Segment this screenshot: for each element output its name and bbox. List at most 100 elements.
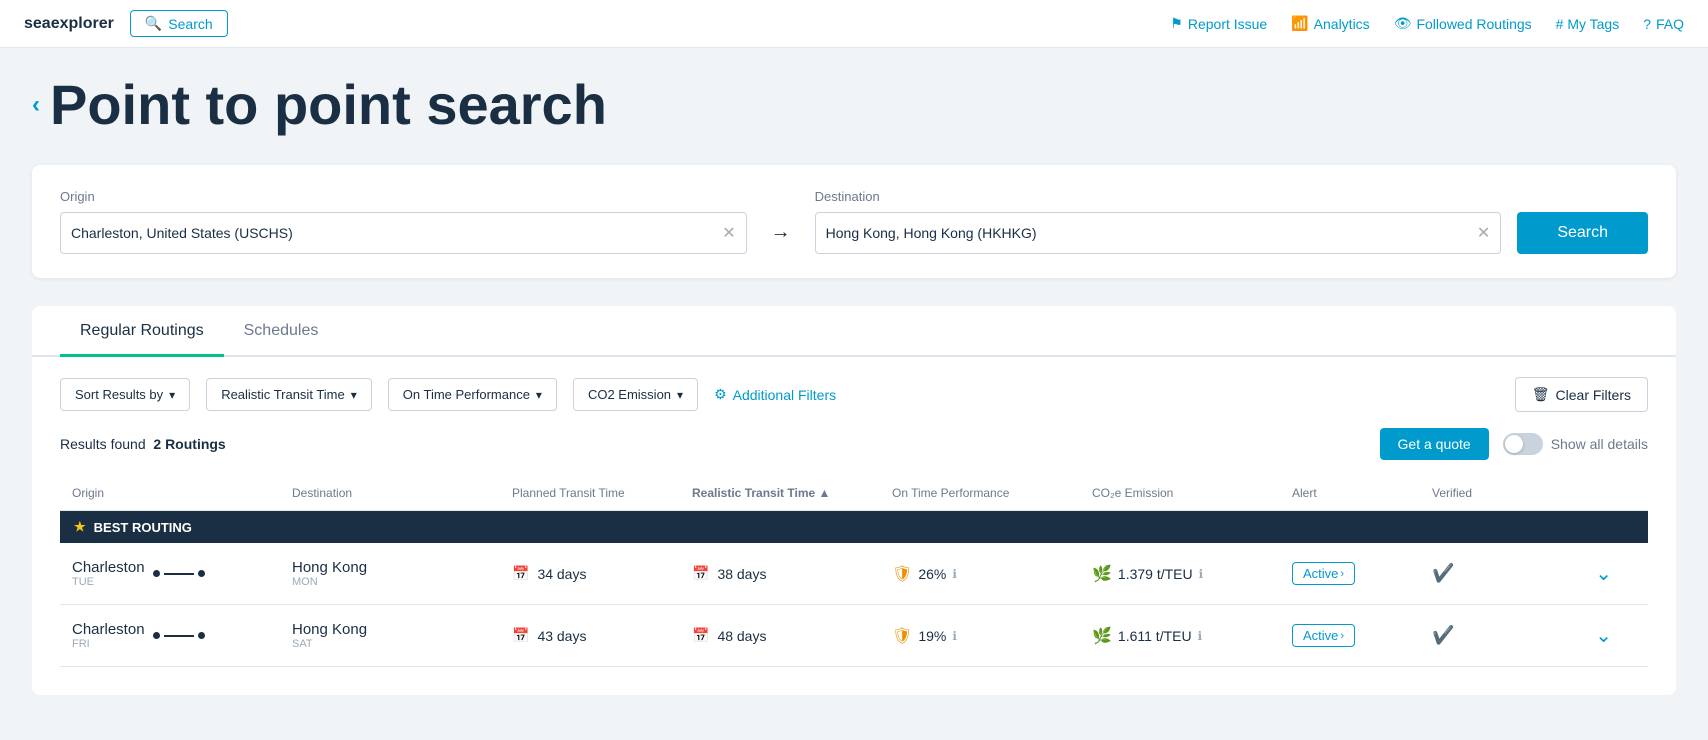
search-button-label: Search — [168, 16, 212, 32]
eye-icon: 👁 — [1394, 15, 1412, 32]
info-icon[interactable]: ℹ — [952, 567, 957, 581]
origin-cell-2: Charleston FRI — [72, 621, 292, 650]
col-destination: Destination — [292, 486, 512, 500]
search-button[interactable]: 🔍 Search — [130, 10, 228, 37]
on-time-cell-1: 🛡 26% ℹ — [892, 564, 1092, 584]
sort-label: Sort Results by — [75, 387, 163, 402]
results-section: Sort Results by ▾ Realistic Transit Time… — [32, 357, 1676, 695]
info-icon-2[interactable]: ℹ — [952, 629, 957, 643]
transit-chevron-icon: ▾ — [351, 388, 357, 402]
destination-clear-icon[interactable]: ✕ — [1477, 223, 1490, 243]
transit-label: Realistic Transit Time — [221, 387, 345, 402]
expand-button-2[interactable]: ⌄ — [1552, 623, 1612, 648]
trash-icon: 🗑 — [1532, 386, 1550, 403]
sliders-icon: ⚙ — [714, 386, 727, 403]
leaf-icon-2: 🌿 — [1092, 626, 1112, 646]
calendar-icon-2: 📅 — [692, 565, 709, 582]
emission-cell-2: 🌿 1.611 t/TEU ℹ — [1092, 626, 1292, 646]
page-title-section: ‹ Point to point search — [32, 72, 1676, 137]
search-submit-button[interactable]: Search — [1517, 212, 1648, 254]
results-actions: Get a quote Show all details — [1380, 428, 1648, 460]
logo: seaexplorer — [24, 15, 114, 33]
on-time-cell-2: 🛡 19% ℹ — [892, 626, 1092, 646]
active-chevron-icon: › — [1340, 568, 1344, 580]
tab-regular-routings[interactable]: Regular Routings — [60, 306, 224, 357]
tabs-section: Regular Routings Schedules — [32, 306, 1676, 357]
calendar-icon-4: 📅 — [692, 627, 709, 644]
shield-icon-2: 🛡 — [892, 626, 912, 646]
destination-input[interactable] — [826, 225, 1477, 241]
sort-results-filter[interactable]: Sort Results by ▾ — [60, 378, 190, 411]
toggle-label: Show all details — [1551, 436, 1648, 452]
origin-cell-1: Charleston TUE — [72, 559, 292, 588]
origin-input-wrap: ✕ — [60, 212, 747, 254]
page-content: ‹ Point to point search Origin ✕ → Desti… — [0, 48, 1708, 719]
on-time-label: On Time Performance — [403, 387, 530, 402]
nav-faq[interactable]: ? FAQ — [1643, 16, 1684, 32]
nav-my-tags[interactable]: # My Tags — [1556, 16, 1620, 32]
header: seaexplorer 🔍 Search ⚑ Report Issue 📶 An… — [0, 0, 1708, 48]
leaf-icon: 🌿 — [1092, 564, 1112, 584]
nav-analytics[interactable]: 📶 Analytics — [1291, 15, 1369, 32]
route-dash — [164, 573, 194, 575]
route-dot-right-2 — [198, 632, 205, 639]
emission-info-icon[interactable]: ℹ — [1199, 567, 1204, 581]
origin-clear-icon[interactable]: ✕ — [722, 223, 735, 243]
nav-report-issue[interactable]: ⚑ Report Issue — [1170, 15, 1267, 32]
route-dot-left-2 — [153, 632, 160, 639]
col-verified: Verified — [1432, 486, 1552, 500]
realistic-transit-cell-2: 📅 48 days — [692, 627, 892, 644]
transit-time-filter[interactable]: Realistic Transit Time ▾ — [206, 378, 372, 411]
route-dash-2 — [164, 635, 194, 637]
tab-schedules[interactable]: Schedules — [224, 306, 339, 357]
show-details-toggle-wrap: Show all details — [1503, 433, 1648, 455]
additional-filters-button[interactable]: ⚙ Additional Filters — [714, 386, 836, 403]
origin-label: Origin — [60, 189, 747, 204]
alert-cell-1: Active › — [1292, 562, 1432, 585]
best-routing-banner: ★ BEST ROUTING — [60, 511, 1648, 543]
emission-cell-1: 🌿 1.379 t/TEU ℹ — [1092, 564, 1292, 584]
origin-input[interactable] — [71, 225, 722, 241]
co2-filter[interactable]: CO2 Emission ▾ — [573, 378, 698, 411]
filters-row: Sort Results by ▾ Realistic Transit Time… — [60, 357, 1648, 428]
emission-info-icon-2[interactable]: ℹ — [1198, 629, 1203, 643]
dest-cell-1: Hong Kong MON — [292, 559, 512, 588]
search-icon: 🔍 — [145, 15, 162, 32]
shield-icon: 🛡 — [892, 564, 912, 584]
nav-followed-routings[interactable]: 👁 Followed Routings — [1394, 15, 1532, 32]
alert-cell-2: Active › — [1292, 624, 1432, 647]
on-time-chevron-icon: ▾ — [536, 388, 542, 402]
analytics-icon: 📶 — [1291, 15, 1308, 32]
form-row: Origin ✕ → Destination ✕ Search — [60, 189, 1648, 254]
destination-input-wrap: ✕ — [815, 212, 1502, 254]
planned-transit-cell-2: 📅 43 days — [512, 627, 692, 644]
calendar-icon: 📅 — [512, 565, 529, 582]
header-nav: ⚑ Report Issue 📶 Analytics 👁 Followed Ro… — [1170, 15, 1684, 32]
verified-cell-2: ✔️ — [1432, 625, 1552, 646]
filters-left: Sort Results by ▾ Realistic Transit Time… — [60, 378, 836, 411]
destination-label: Destination — [815, 189, 1502, 204]
active-badge-2[interactable]: Active › — [1292, 624, 1355, 647]
col-realistic-transit[interactable]: Realistic Transit Time ▲ — [692, 486, 892, 500]
co2-chevron-icon: ▾ — [677, 388, 683, 402]
active-badge-1[interactable]: Active › — [1292, 562, 1355, 585]
results-count-value: 2 Routings — [153, 436, 225, 452]
get-quote-button[interactable]: Get a quote — [1380, 428, 1489, 460]
results-summary: Results found 2 Routings Get a quote Sho… — [60, 428, 1648, 476]
expand-button-1[interactable]: ⌄ — [1552, 561, 1612, 586]
search-form: Origin ✕ → Destination ✕ Search — [32, 165, 1676, 278]
back-arrow[interactable]: ‹ — [32, 91, 40, 119]
origin-group: Origin ✕ — [60, 189, 747, 254]
table-row: Charleston FRI Hong Kong SAT 📅 43 days — [60, 605, 1648, 667]
verified-cell-1: ✔️ — [1432, 563, 1552, 584]
page-title: Point to point search — [50, 72, 607, 137]
show-details-toggle[interactable] — [1503, 433, 1543, 455]
route-line-1 — [153, 570, 205, 577]
col-planned-transit: Planned Transit Time — [512, 486, 692, 500]
verified-check-icon-2: ✔️ — [1432, 625, 1454, 645]
clear-filters-button[interactable]: 🗑 Clear Filters — [1515, 377, 1648, 412]
on-time-filter[interactable]: On Time Performance ▾ — [388, 378, 557, 411]
dest-cell-2: Hong Kong SAT — [292, 621, 512, 650]
realistic-transit-cell-1: 📅 38 days — [692, 565, 892, 582]
col-on-time: On Time Performance — [892, 486, 1092, 500]
